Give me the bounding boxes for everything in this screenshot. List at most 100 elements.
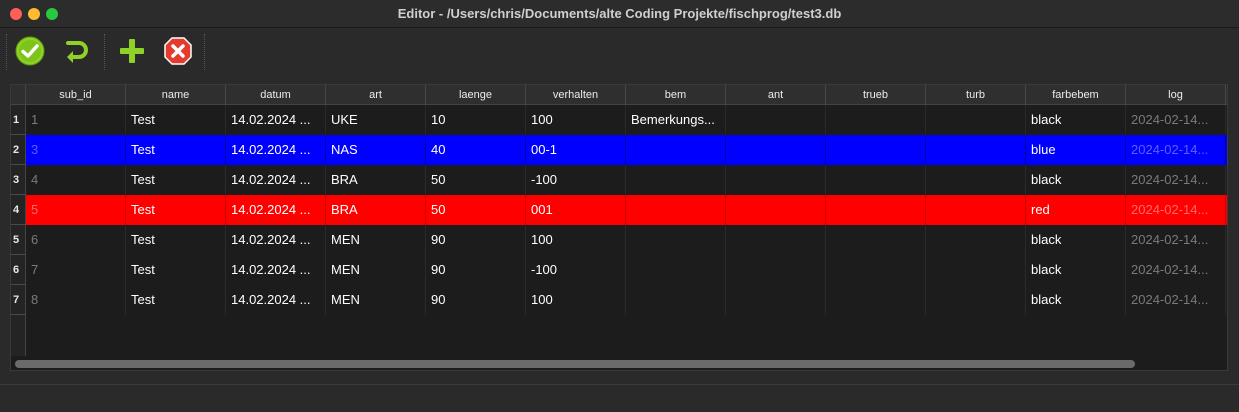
- cell-laenge[interactable]: 10: [426, 105, 526, 135]
- cell-laenge[interactable]: 90: [426, 225, 526, 255]
- row-header[interactable]: 2: [11, 135, 26, 165]
- cell-datum[interactable]: 14.02.2024 ...: [226, 135, 326, 165]
- add-row-button[interactable]: [115, 34, 149, 68]
- cell-sub-id[interactable]: 8: [26, 285, 126, 315]
- cell-sub-id[interactable]: 6: [26, 225, 126, 255]
- cell-log[interactable]: 2024-02-14...: [1126, 165, 1226, 195]
- cell-sub-id[interactable]: 7: [26, 255, 126, 285]
- cell-art[interactable]: UKE: [326, 105, 426, 135]
- cell-farbebem[interactable]: blue: [1026, 135, 1126, 165]
- cell-ant[interactable]: [726, 135, 826, 165]
- row-header[interactable]: 7: [11, 285, 26, 315]
- cell-datum[interactable]: 14.02.2024 ...: [226, 225, 326, 255]
- table-row[interactable]: 1 Test 14.02.2024 ... UKE 10 100 Bemerkungs...…: [26, 105, 1227, 135]
- cell-trueb[interactable]: [826, 195, 926, 225]
- cell-bem[interactable]: [626, 225, 726, 255]
- cell-log[interactable]: 2024-02-14...: [1126, 285, 1226, 315]
- horizontal-scrollbar[interactable]: [11, 356, 1227, 370]
- table-row[interactable]: 7 Test 14.02.2024 ... MEN 90 -100 black 2024-02…: [26, 255, 1227, 285]
- cell-farbebem[interactable]: black: [1026, 285, 1126, 315]
- cell-verhalten[interactable]: 001: [526, 195, 626, 225]
- table-row[interactable]: 8 Test 14.02.2024 ... MEN 90 100 black 2024-02-…: [26, 285, 1227, 315]
- cell-laenge[interactable]: 90: [426, 285, 526, 315]
- cell-datum[interactable]: 14.02.2024 ...: [226, 285, 326, 315]
- cell-farbebem[interactable]: black: [1026, 105, 1126, 135]
- cell-log[interactable]: 2024-02-14...: [1126, 105, 1226, 135]
- cell-ant[interactable]: [726, 255, 826, 285]
- cell-verhalten[interactable]: -100: [526, 255, 626, 285]
- cell-farbebem[interactable]: black: [1026, 255, 1126, 285]
- row-header[interactable]: 5: [11, 225, 26, 255]
- cell-verhalten[interactable]: 100: [526, 225, 626, 255]
- cell-log[interactable]: 2024-02-14...: [1126, 255, 1226, 285]
- cell-name[interactable]: Test: [126, 195, 226, 225]
- cell-turb[interactable]: [926, 285, 1026, 315]
- row-header[interactable]: 3: [11, 165, 26, 195]
- cell-sub-id[interactable]: 3: [26, 135, 126, 165]
- cell-trueb[interactable]: [826, 165, 926, 195]
- cell-laenge[interactable]: 50: [426, 195, 526, 225]
- cell-farbebem[interactable]: black: [1026, 225, 1126, 255]
- cell-art[interactable]: NAS: [326, 135, 426, 165]
- cell-datum[interactable]: 14.02.2024 ...: [226, 255, 326, 285]
- cell-turb[interactable]: [926, 195, 1026, 225]
- cell-ant[interactable]: [726, 105, 826, 135]
- cell-bem[interactable]: [626, 255, 726, 285]
- column-header-datum[interactable]: datum: [226, 85, 326, 105]
- data-table[interactable]: sub_id name datum art laenge verhalten bem ant t…: [10, 84, 1228, 371]
- cell-turb[interactable]: [926, 135, 1026, 165]
- cell-name[interactable]: Test: [126, 105, 226, 135]
- column-header-farbebem[interactable]: farbebem: [1026, 85, 1126, 105]
- cell-art[interactable]: MEN: [326, 255, 426, 285]
- row-header[interactable]: 6: [11, 255, 26, 285]
- cell-name[interactable]: Test: [126, 255, 226, 285]
- delete-row-button[interactable]: [161, 34, 195, 68]
- cell-verhalten[interactable]: 100: [526, 105, 626, 135]
- column-header-art[interactable]: art: [326, 85, 426, 105]
- cell-name[interactable]: Test: [126, 165, 226, 195]
- cell-sub-id[interactable]: 1: [26, 105, 126, 135]
- cell-turb[interactable]: [926, 255, 1026, 285]
- cell-art[interactable]: MEN: [326, 225, 426, 255]
- save-button[interactable]: [13, 34, 47, 68]
- cell-datum[interactable]: 14.02.2024 ...: [226, 105, 326, 135]
- table-row[interactable]: 4 Test 14.02.2024 ... BRA 50 -100 black 2024-02…: [26, 165, 1227, 195]
- cell-bem[interactable]: [626, 135, 726, 165]
- cell-name[interactable]: Test: [126, 135, 226, 165]
- cell-ant[interactable]: [726, 225, 826, 255]
- cell-laenge[interactable]: 40: [426, 135, 526, 165]
- cell-art[interactable]: MEN: [326, 285, 426, 315]
- cell-trueb[interactable]: [826, 225, 926, 255]
- cell-bem[interactable]: [626, 195, 726, 225]
- cell-ant[interactable]: [726, 195, 826, 225]
- table-row[interactable]: 3 Test 14.02.2024 ... NAS 40 00-1 blue 2024-02-…: [26, 135, 1227, 165]
- column-header-bem[interactable]: bem: [626, 85, 726, 105]
- column-header-trueb[interactable]: trueb: [826, 85, 926, 105]
- cell-trueb[interactable]: [826, 135, 926, 165]
- cell-bem[interactable]: [626, 285, 726, 315]
- cell-trueb[interactable]: [826, 105, 926, 135]
- cell-art[interactable]: BRA: [326, 195, 426, 225]
- table-row[interactable]: 6 Test 14.02.2024 ... MEN 90 100 black 2024-02-…: [26, 225, 1227, 255]
- cell-farbebem[interactable]: black: [1026, 165, 1126, 195]
- row-header[interactable]: 4: [11, 195, 26, 225]
- cell-datum[interactable]: 14.02.2024 ...: [226, 195, 326, 225]
- cell-log[interactable]: 2024-02-14...: [1126, 135, 1226, 165]
- revert-button[interactable]: [59, 34, 93, 68]
- cell-bem[interactable]: Bemerkungs...: [626, 105, 726, 135]
- column-header-ant[interactable]: ant: [726, 85, 826, 105]
- cell-verhalten[interactable]: 00-1: [526, 135, 626, 165]
- column-header-turb[interactable]: turb: [926, 85, 1026, 105]
- cell-ant[interactable]: [726, 165, 826, 195]
- cell-art[interactable]: BRA: [326, 165, 426, 195]
- cell-laenge[interactable]: 50: [426, 165, 526, 195]
- column-header-log[interactable]: log: [1126, 85, 1226, 105]
- cell-sub-id[interactable]: 5: [26, 195, 126, 225]
- cell-name[interactable]: Test: [126, 285, 226, 315]
- cell-log[interactable]: 2024-02-14...: [1126, 225, 1226, 255]
- cell-datum[interactable]: 14.02.2024 ...: [226, 165, 326, 195]
- cell-verhalten[interactable]: -100: [526, 165, 626, 195]
- table-row[interactable]: 5 Test 14.02.2024 ... BRA 50 001 red 2024-02-14…: [26, 195, 1227, 225]
- column-header-sub-id[interactable]: sub_id: [26, 85, 126, 105]
- cell-turb[interactable]: [926, 165, 1026, 195]
